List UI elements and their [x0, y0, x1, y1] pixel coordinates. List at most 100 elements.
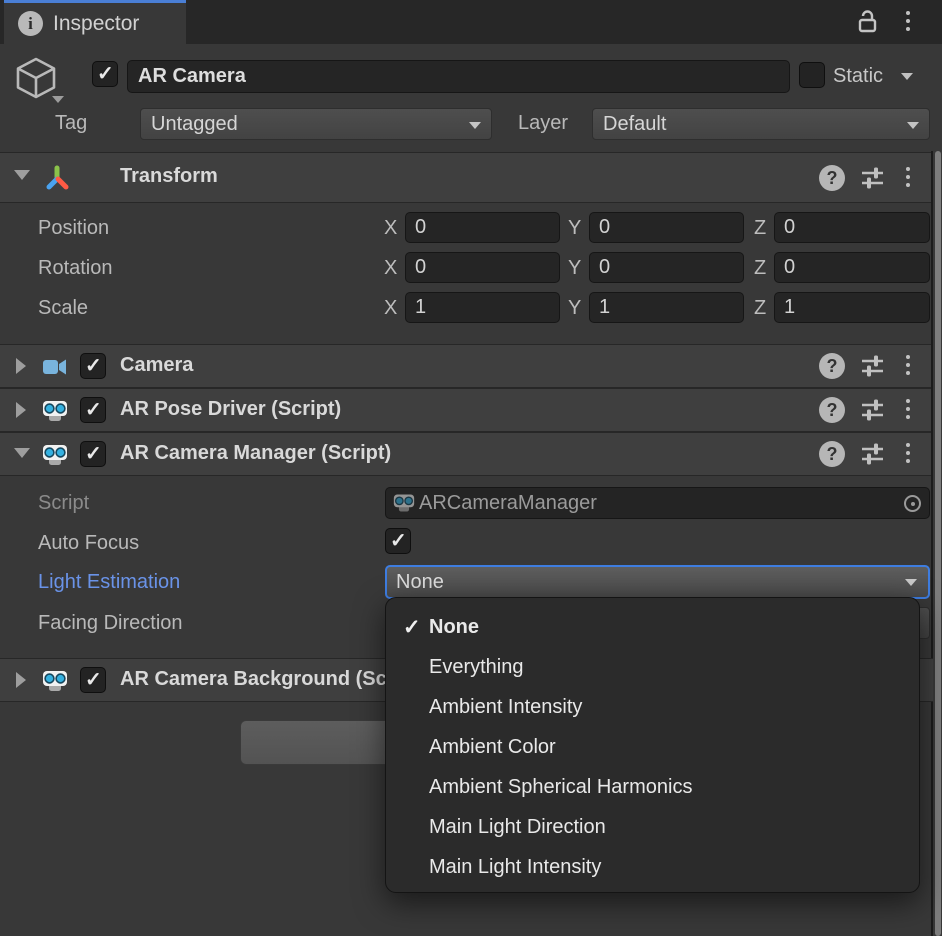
chevron-down-icon — [907, 122, 919, 129]
script-label: Script — [38, 492, 89, 515]
menu-item-everything[interactable]: Everything — [386, 647, 919, 687]
camera-foldout-arrow[interactable] — [16, 358, 26, 374]
position-x-field[interactable] — [405, 212, 560, 243]
tab-title: Inspector — [53, 12, 139, 36]
layer-value: Default — [603, 113, 666, 135]
menu-item-none[interactable]: ✓ None — [386, 607, 919, 647]
auto-focus-checkbox[interactable] — [385, 528, 411, 554]
axis-x-label: X — [384, 297, 397, 320]
presets-icon[interactable] — [860, 166, 886, 192]
transform-foldout-arrow[interactable] — [14, 170, 30, 180]
axis-y-label: Y — [568, 297, 581, 320]
axis-y-label: Y — [568, 257, 581, 280]
rotation-y-field[interactable] — [589, 252, 744, 283]
transform-icon — [43, 164, 69, 190]
rotation-x-field[interactable] — [405, 252, 560, 283]
camera-kebab-icon[interactable] — [906, 355, 910, 379]
help-icon[interactable]: ? — [819, 353, 845, 379]
axis-z-label: Z — [754, 297, 766, 320]
menu-item-ambient-intensity[interactable]: Ambient Intensity — [386, 687, 919, 727]
presets-icon[interactable] — [860, 442, 886, 468]
light-estimation-label: Light Estimation — [38, 571, 180, 594]
gameobject-name-input[interactable] — [127, 60, 790, 93]
ar-camera-background-title: AR Camera Background (Script) — [120, 668, 426, 691]
camera-enabled-checkbox[interactable] — [80, 353, 106, 379]
camera-title: Camera — [120, 354, 193, 377]
ar-pose-driver-header[interactable]: AR Pose Driver (Script) ? — [0, 388, 933, 432]
ar-pose-driver-enabled-checkbox[interactable] — [80, 397, 106, 423]
tag-label: Tag — [55, 112, 87, 135]
gameobject-icon-dropdown-arrow[interactable] — [52, 96, 64, 103]
ar-pose-driver-foldout-arrow[interactable] — [16, 402, 26, 418]
script-value: ARCameraManager — [419, 492, 597, 515]
scale-z-field[interactable] — [774, 292, 930, 323]
inspector-panel: i Inspector Static Tag Untagged Layer De… — [0, 0, 942, 936]
menu-item-main-light-intensity[interactable]: Main Light Intensity — [386, 847, 919, 887]
position-z-field[interactable] — [774, 212, 930, 243]
tab-inspector[interactable]: i Inspector — [4, 0, 186, 44]
static-dropdown-arrow[interactable] — [901, 73, 913, 80]
position-y-field[interactable] — [589, 212, 744, 243]
check-icon: ✓ — [403, 615, 427, 640]
chevron-down-icon — [905, 579, 917, 586]
camera-icon — [42, 354, 68, 380]
layer-dropdown[interactable]: Default — [592, 108, 930, 140]
script-object-field[interactable]: ARCameraManager — [385, 487, 930, 519]
scale-x-field[interactable] — [405, 292, 560, 323]
static-checkbox[interactable] — [799, 62, 825, 88]
help-icon[interactable]: ? — [819, 165, 845, 191]
transform-title: Transform — [120, 165, 218, 188]
position-label: Position — [38, 217, 109, 240]
menu-item-ambient-spherical-harmonics[interactable]: Ambient Spherical Harmonics — [386, 767, 919, 807]
ar-goggles-icon — [393, 492, 415, 514]
ar-camera-manager-title: AR Camera Manager (Script) — [120, 442, 391, 465]
ar-camera-manager-header[interactable]: AR Camera Manager (Script) ? — [0, 432, 933, 476]
auto-focus-label: Auto Focus — [38, 532, 139, 555]
facing-direction-label: Facing Direction — [38, 612, 183, 635]
rotation-label: Rotation — [38, 257, 113, 280]
tab-bar: i Inspector — [0, 0, 942, 44]
ar-camera-manager-enabled-checkbox[interactable] — [80, 441, 106, 467]
light-estimation-value: None — [396, 571, 444, 593]
axis-y-label: Y — [568, 217, 581, 240]
scale-y-field[interactable] — [589, 292, 744, 323]
ar-camera-manager-kebab-icon[interactable] — [906, 443, 910, 467]
layer-label: Layer — [518, 112, 568, 135]
help-icon[interactable]: ? — [819, 441, 845, 467]
ar-goggles-icon — [42, 398, 68, 424]
presets-icon[interactable] — [860, 398, 886, 424]
ar-goggles-icon — [42, 442, 68, 468]
scrollbar-thumb[interactable] — [935, 151, 941, 936]
ar-camera-background-foldout-arrow[interactable] — [16, 672, 26, 688]
transform-header[interactable]: Transform ? — [0, 152, 933, 203]
axis-x-label: X — [384, 257, 397, 280]
scrollbar-track — [931, 151, 933, 936]
axis-x-label: X — [384, 217, 397, 240]
axis-z-label: Z — [754, 217, 766, 240]
static-label: Static — [833, 65, 883, 88]
axis-z-label: Z — [754, 257, 766, 280]
light-estimation-dropdown[interactable]: None — [385, 565, 930, 599]
light-estimation-menu: ✓ None Everything Ambient Intensity Ambi… — [385, 597, 920, 893]
camera-component-header[interactable]: Camera ? — [0, 344, 933, 388]
object-picker-icon[interactable] — [904, 495, 921, 512]
ar-pose-driver-title: AR Pose Driver (Script) — [120, 398, 341, 421]
scale-label: Scale — [38, 297, 88, 320]
presets-icon[interactable] — [860, 354, 886, 380]
ar-camera-manager-foldout-arrow[interactable] — [14, 448, 30, 458]
gameobject-active-checkbox[interactable] — [92, 61, 118, 87]
rotation-z-field[interactable] — [774, 252, 930, 283]
ar-goggles-icon — [42, 668, 68, 694]
ar-camera-background-enabled-checkbox[interactable] — [80, 667, 106, 693]
panel-menu-kebab-icon[interactable] — [906, 11, 910, 35]
transform-kebab-icon[interactable] — [906, 167, 910, 191]
gameobject-cube-icon[interactable] — [12, 54, 60, 102]
chevron-down-icon — [469, 122, 481, 129]
ar-pose-driver-kebab-icon[interactable] — [906, 399, 910, 423]
menu-item-main-light-direction[interactable]: Main Light Direction — [386, 807, 919, 847]
tag-dropdown[interactable]: Untagged — [140, 108, 492, 140]
unlock-icon[interactable] — [856, 9, 880, 35]
menu-item-ambient-color[interactable]: Ambient Color — [386, 727, 919, 767]
info-icon: i — [18, 11, 43, 36]
help-icon[interactable]: ? — [819, 397, 845, 423]
